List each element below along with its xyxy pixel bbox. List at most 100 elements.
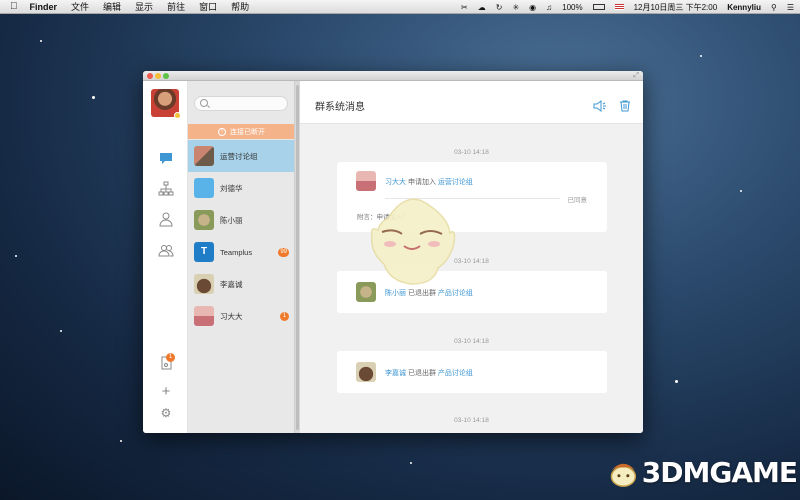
unread-badge: 1	[280, 311, 289, 321]
fullscreen-icon[interactable]: ⤢	[633, 72, 639, 80]
menu-help[interactable]: 帮助	[231, 0, 249, 13]
avatar	[194, 306, 214, 326]
message-action: 已退出群	[407, 290, 436, 297]
conversation-name: 陈小丽	[220, 215, 243, 225]
star	[410, 462, 412, 464]
watermark-text: 3DMGAME	[641, 455, 798, 489]
list-item[interactable]: T Teamplus 99	[188, 236, 295, 268]
message-action: 已退出群	[407, 370, 436, 377]
search-icon	[200, 99, 208, 107]
star	[120, 440, 122, 442]
menu-view[interactable]: 显示	[135, 0, 153, 13]
message-user-link[interactable]: 李嘉诚	[385, 370, 406, 377]
alert-text: 连接已断开	[230, 128, 265, 136]
list-item[interactable]: 运营讨论组	[188, 140, 295, 172]
message-group-link[interactable]: 产品讨论组	[438, 370, 473, 377]
user-name[interactable]: Kennyliu	[727, 3, 761, 12]
presence-indicator	[174, 112, 181, 119]
disconnect-alert: ! 连接已断开	[188, 124, 295, 139]
close-button[interactable]	[147, 73, 153, 79]
message-line: 习大大 申请加入 运营讨论组	[385, 177, 473, 187]
apple-icon[interactable]: 	[10, 1, 18, 12]
star	[60, 330, 62, 332]
panel-header: 群系统消息	[300, 81, 643, 124]
avatar	[194, 274, 214, 294]
menu-edit[interactable]: 编辑	[103, 0, 121, 13]
star	[675, 380, 678, 383]
search-input[interactable]	[194, 96, 288, 111]
message-user-link[interactable]: 习大大	[385, 179, 406, 186]
sync-icon[interactable]: ↻	[496, 3, 503, 12]
conversation-name: 李嘉诚	[220, 279, 243, 289]
mascot-logo-icon	[610, 463, 637, 487]
menu-go[interactable]: 前往	[167, 0, 185, 13]
star	[92, 96, 95, 99]
flag-icon[interactable]	[614, 4, 624, 10]
speaker-icon[interactable]	[593, 100, 607, 112]
trash-icon[interactable]	[619, 100, 631, 112]
gear-icon[interactable]: ⚙	[156, 403, 176, 423]
notification-center-icon[interactable]: ☰	[787, 3, 794, 12]
mascot-sticker	[370, 198, 456, 285]
conversation-list: ! 连接已断开 运营讨论组 刘德华 陈小丽 T Teamplus 99 李嘉诚 …	[188, 81, 295, 433]
clock[interactable]: 12月10日周三 下午2:00	[634, 2, 718, 13]
message-timestamp: 03-10 14:18	[454, 417, 489, 424]
wifi-icon[interactable]: ◉	[529, 3, 536, 12]
unread-badge: 99	[278, 247, 289, 257]
battery-percent[interactable]: 100%	[562, 3, 582, 12]
scrollbar-thumb[interactable]	[296, 85, 299, 430]
alert-icon: !	[218, 127, 226, 136]
list-item[interactable]: 李嘉诚	[188, 268, 295, 300]
zoom-button[interactable]	[163, 73, 169, 79]
file-badge: 1	[166, 353, 175, 362]
chat-bubble-icon[interactable]	[156, 148, 176, 168]
minimize-button[interactable]	[155, 73, 161, 79]
list-item[interactable]: 刘德华	[188, 172, 295, 204]
scissors-icon[interactable]: ✂	[461, 3, 468, 12]
message-action: 申请加入	[407, 179, 436, 186]
message-user-link[interactable]: 陈小丽	[385, 290, 406, 297]
spotlight-icon[interactable]: ⚲	[771, 3, 777, 12]
star	[700, 55, 702, 57]
page-title: 群系统消息	[315, 102, 365, 113]
message-timestamp: 03-10 14:18	[454, 149, 489, 156]
menu-bar:  Finder 文件 编辑 显示 前往 窗口 帮助 ✂ ☁ ↻ ✳ ◉ ♫ 1…	[0, 0, 800, 14]
menu-app-finder[interactable]: Finder	[30, 2, 58, 12]
message-group-link[interactable]: 运营讨论组	[438, 179, 473, 186]
group-icon[interactable]	[156, 240, 176, 260]
menu-window[interactable]: 窗口	[199, 0, 217, 13]
star	[15, 255, 17, 257]
cloud-icon[interactable]: ☁	[478, 3, 486, 12]
org-chart-icon[interactable]	[156, 179, 176, 199]
message-timestamp: 03-10 14:18	[454, 258, 489, 265]
volume-icon[interactable]: ♫	[546, 3, 552, 12]
list-item[interactable]: 习大大 1	[188, 300, 295, 332]
avatar	[194, 178, 214, 198]
conversation-name: Teamplus	[220, 247, 253, 257]
message-line: 李嘉诚 已退出群 产品讨论组	[385, 368, 473, 378]
status-badge: 已同意	[567, 197, 588, 204]
bluetooth-icon[interactable]: ✳	[512, 3, 519, 12]
message-panel: 群系统消息 03-10 14:18 习大大 申请加入 运营讨论组 已同意 附言：…	[300, 81, 643, 433]
menu-file[interactable]: 文件	[71, 0, 89, 13]
star	[40, 40, 42, 42]
watermark: 3DMGAME	[607, 450, 798, 494]
avatar	[356, 362, 376, 382]
title-bar: ⤢	[143, 71, 643, 81]
star	[740, 190, 742, 192]
conversation-name: 刘德华	[220, 183, 243, 193]
battery-icon[interactable]	[592, 4, 605, 10]
nav-rail: 1 + ⚙	[143, 81, 188, 433]
contact-icon[interactable]	[156, 209, 176, 229]
message-line: 陈小丽 已退出群 产品讨论组	[385, 288, 473, 298]
conversation-name: 运营讨论组	[220, 151, 258, 161]
list-item[interactable]: 陈小丽	[188, 204, 295, 236]
avatar	[194, 146, 214, 166]
system-message-card: 李嘉诚 已退出群 产品讨论组	[337, 351, 607, 393]
avatar: T	[194, 242, 214, 262]
message-group-link[interactable]: 产品讨论组	[438, 290, 473, 297]
message-timestamp: 03-10 14:18	[454, 338, 489, 345]
plus-icon[interactable]: +	[156, 381, 176, 401]
avatar	[194, 210, 214, 230]
conversation-name: 习大大	[220, 311, 243, 321]
